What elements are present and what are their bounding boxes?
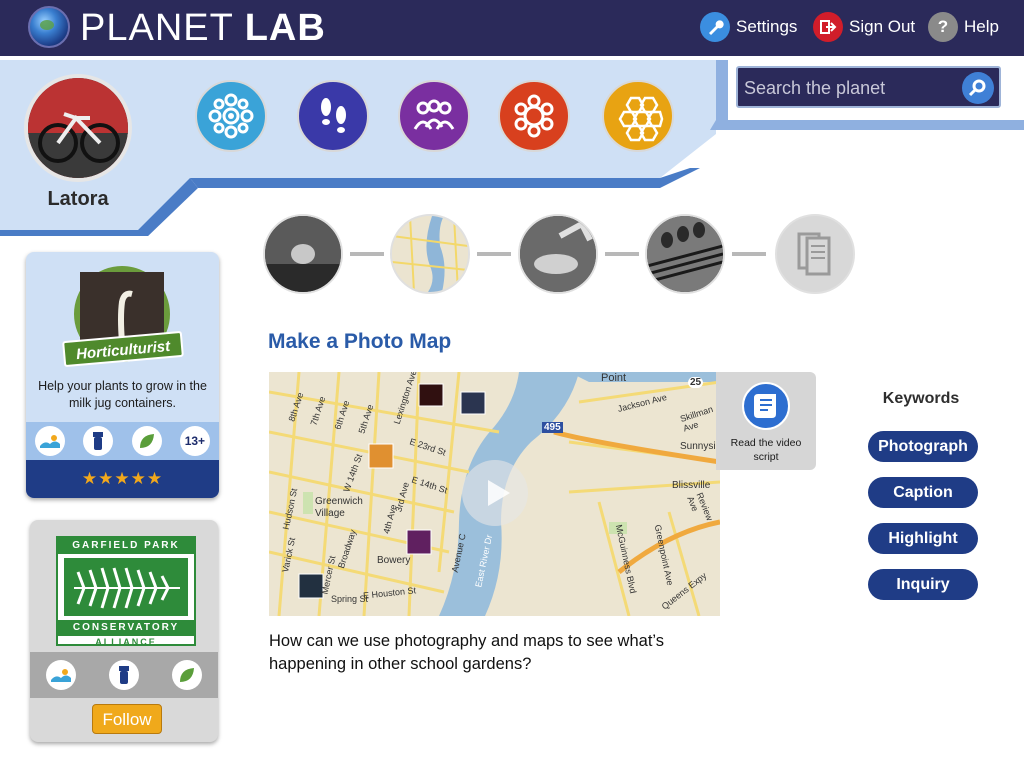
keyword-photograph[interactable]: Photograph (868, 431, 978, 462)
logo-top-text: GARFIELD PARK (58, 538, 194, 554)
partner-tools (30, 652, 218, 698)
page-title: Make a Photo Map (268, 330, 452, 353)
step-document[interactable] (775, 214, 855, 294)
partner-card[interactable]: GARFIELD PARK CONSERVATORY ALLIANCE Foll… (30, 520, 218, 742)
badge-description: Help your plants to grow in the milk jug… (38, 379, 207, 410)
app-logo[interactable]: PLANET LAB (80, 6, 326, 50)
observe-icon[interactable] (195, 80, 267, 152)
logo-text-bold: LAB (244, 7, 326, 49)
step-basket[interactable] (518, 214, 598, 294)
help-label: Help (964, 17, 999, 36)
help-glyph: ? (937, 17, 949, 36)
step-connector (605, 252, 639, 256)
play-button[interactable] (462, 460, 528, 526)
fern-icon (64, 558, 188, 616)
play-icon (488, 480, 510, 506)
flower-icon[interactable] (498, 80, 570, 152)
keywords-heading: Keywords (882, 390, 960, 407)
settings-link[interactable]: Settings (700, 12, 797, 42)
hexagons-icon[interactable] (602, 80, 674, 152)
keyword-inquiry[interactable]: Inquiry (868, 569, 978, 600)
badge-card[interactable]: Horticulturist Help your plants to grow … (26, 252, 219, 498)
sign-out-icon (813, 12, 843, 42)
step-seedling[interactable] (263, 214, 343, 294)
step-connector (732, 252, 766, 256)
keyword-highlight[interactable]: Highlight (868, 523, 978, 554)
search-icon (968, 79, 986, 97)
help-link[interactable]: ? Help (928, 12, 999, 42)
wrench-icon (700, 12, 730, 42)
landscape-icon (46, 660, 77, 690)
garfield-park-logo: GARFIELD PARK CONSERVATORY ALLIANCE (56, 536, 196, 647)
map-label-greenwich: Greenwich Village (315, 496, 363, 519)
landscape-icon (35, 426, 66, 456)
sign-out-label: Sign Out (849, 17, 916, 36)
map-label-route-25: 25 (688, 377, 704, 388)
map-label-route-495: 495 (542, 422, 563, 433)
spray-bottle-icon (83, 426, 114, 456)
document-icon (797, 232, 831, 276)
spray-bottle-icon (108, 660, 139, 690)
step-connector (350, 252, 384, 256)
video-script-label: Read the video script (730, 437, 802, 463)
map-label-sunnyside: Sunnysi (680, 441, 716, 452)
logo-bottom-text-2: ALLIANCE (95, 637, 157, 647)
map-label-spring-st: Spring St (331, 594, 369, 604)
map-label-point: Point (601, 372, 627, 384)
top-bar: PLANET LAB Settings Sign Out ? Help (0, 0, 1024, 56)
step-map[interactable] (390, 214, 470, 294)
avatar[interactable] (24, 74, 132, 182)
logo-bottom-text-1: CONSERVATORY (58, 620, 194, 636)
video-script-button[interactable]: Read the video script (716, 372, 816, 470)
search-bar (736, 66, 1001, 108)
profile-name: Latora (47, 188, 109, 210)
inquiry-question: How can we use photography and maps to s… (269, 632, 665, 673)
scroll-icon (742, 382, 790, 430)
age-badge: 13+ (179, 426, 210, 456)
logo-text-light: PLANET (80, 7, 245, 49)
search-button[interactable] (962, 72, 994, 104)
map-label-bowery: Bowery (377, 555, 411, 566)
follow-button[interactable]: Follow (92, 704, 162, 734)
search-input[interactable] (744, 74, 954, 102)
rating-stars: ★★★★★ (26, 460, 219, 498)
leaf-icon (171, 660, 202, 690)
sign-out-link[interactable]: Sign Out (813, 12, 915, 42)
map-label-blissville: Blissville (672, 480, 711, 491)
footsteps-icon[interactable] (297, 80, 369, 152)
group-icon[interactable] (398, 80, 470, 152)
settings-label: Settings (736, 17, 798, 36)
planet-globe-icon (28, 6, 70, 48)
badge-tools: 13+ (26, 422, 219, 460)
step-connector (477, 252, 511, 256)
keyword-caption[interactable]: Caption (868, 477, 978, 508)
leaf-icon (131, 426, 162, 456)
help-icon: ? (928, 12, 958, 42)
step-plants[interactable] (645, 214, 725, 294)
